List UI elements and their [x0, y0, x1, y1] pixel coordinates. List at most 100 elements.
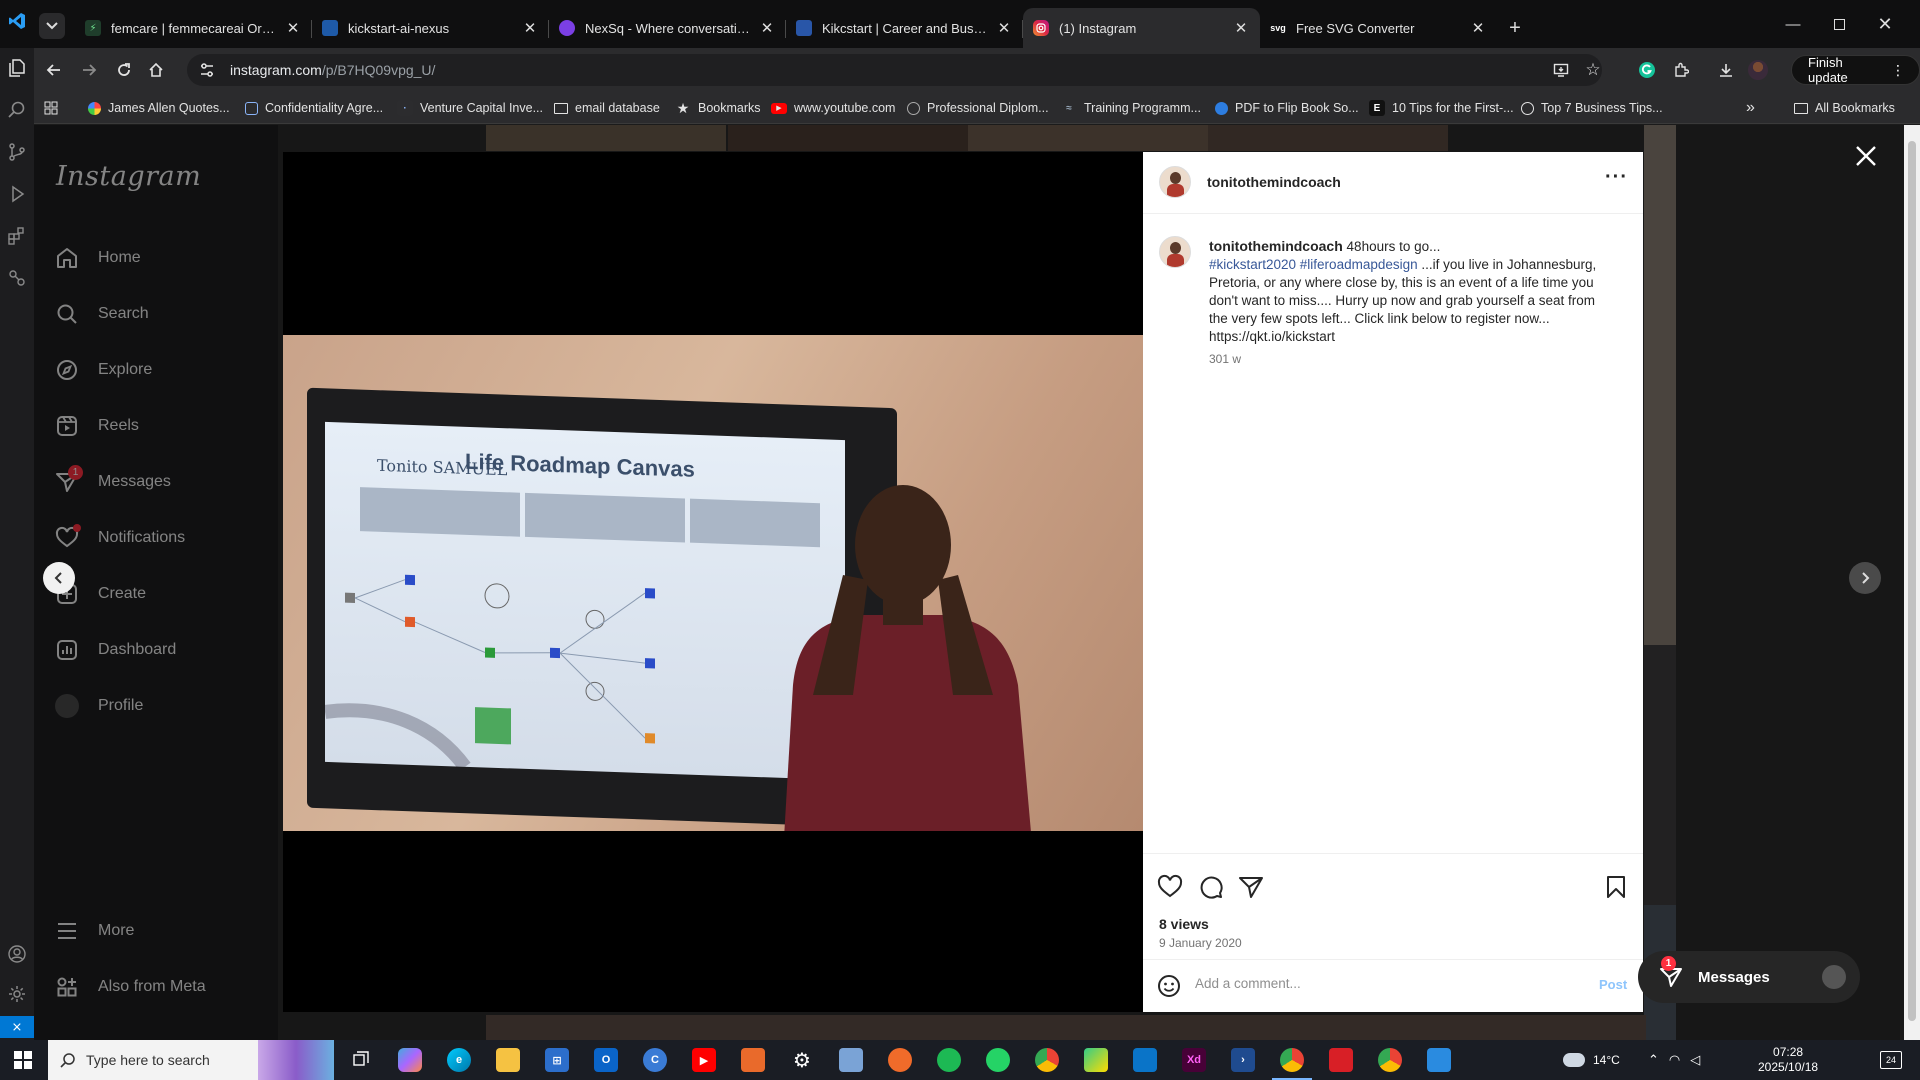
tab-femcare[interactable]: ⚡ femcare | femmecareai Org | Su ✕ [75, 8, 312, 48]
tab-nexsq[interactable]: NexSq - Where conversation an ✕ [549, 8, 786, 48]
caption-username[interactable]: tonitothemindcoach [1209, 238, 1343, 254]
next-post-chevron-icon[interactable] [1849, 562, 1881, 594]
windows-start-icon[interactable] [11, 1048, 35, 1072]
bookmark-item[interactable]: PDF to Flip Book So... [1215, 92, 1359, 124]
chrome-icon[interactable] [1035, 1048, 1059, 1072]
powershell-icon[interactable]: › [1231, 1048, 1255, 1072]
new-tab-button[interactable]: + [1497, 8, 1533, 48]
close-tab-icon[interactable]: ✕ [995, 19, 1013, 37]
minimize-button[interactable]: — [1770, 0, 1816, 48]
bookmark-item[interactable]: ≈ Training Programm... [1061, 92, 1201, 124]
kebab-menu-icon[interactable]: ⋮ [1891, 62, 1905, 79]
adobe-xd-icon[interactable]: Xd [1182, 1048, 1206, 1072]
remote-status-icon[interactable]: ⨯ [0, 1016, 34, 1038]
file-explorer-icon[interactable] [496, 1048, 520, 1072]
close-window-button[interactable]: ✕ [1862, 0, 1908, 48]
close-modal-icon[interactable] [1852, 142, 1880, 170]
office-app-icon[interactable] [741, 1048, 765, 1072]
profile-avatar-icon[interactable] [1746, 58, 1770, 82]
source-control-icon[interactable] [7, 142, 27, 162]
show-hidden-icons-chevron-icon[interactable]: ⌃ [1648, 1052, 1659, 1068]
bluestacks-icon[interactable] [1084, 1048, 1108, 1072]
post-video-player[interactable]: Tonito SAMUEL Life Roadmap Canvas [283, 152, 1143, 1012]
post-comment-button[interactable]: Post [1599, 977, 1627, 992]
post-date[interactable]: 9 January 2020 [1159, 936, 1242, 950]
all-bookmarks-button[interactable]: All Bookmarks [1794, 92, 1895, 124]
tab-instagram[interactable]: (1) Instagram ✕ [1023, 8, 1260, 48]
postman-icon[interactable] [888, 1048, 912, 1072]
bookmark-item[interactable]: Confidentiality Agre... [245, 92, 383, 124]
tray-icons[interactable]: ⌃ ◠ ◁ [1648, 1040, 1710, 1080]
caption-timestamp[interactable]: 301 w [1209, 352, 1241, 366]
more-bookmarks-chevron-icon[interactable]: » [1746, 92, 1755, 124]
close-tab-icon[interactable]: ✕ [284, 19, 302, 37]
tab-kickstart-ai-nexus[interactable]: kickstart-ai-nexus ✕ [312, 8, 549, 48]
bookmark-item[interactable]: · Venture Capital Inve... [397, 92, 543, 124]
emoji-smiley-icon[interactable] [1157, 974, 1181, 998]
bookmark-star-icon[interactable]: ☆ [1581, 58, 1605, 82]
comment-input[interactable] [1195, 976, 1575, 991]
remote-explorer-icon[interactable] [7, 268, 27, 288]
weather-widget[interactable]: 14°C [1563, 1040, 1620, 1080]
scrollbar-thumb[interactable] [1908, 141, 1916, 1021]
save-bookmark-icon[interactable] [1603, 874, 1629, 900]
bookmark-item[interactable]: ▶ www.youtube.com [771, 92, 895, 124]
page-scrollbar[interactable] [1904, 125, 1920, 1040]
bookmark-item[interactable]: Top 7 Business Tips... [1521, 92, 1663, 124]
spotify-icon[interactable] [937, 1048, 961, 1072]
photos-app-icon[interactable] [1427, 1048, 1451, 1072]
close-tab-icon[interactable]: ✕ [1232, 19, 1250, 37]
extensions-icon[interactable] [7, 226, 27, 246]
maximize-button[interactable] [1816, 0, 1862, 48]
accounts-icon[interactable] [7, 944, 27, 964]
bookmark-item[interactable]: James Allen Quotes... [88, 92, 230, 124]
extensions-puzzle-icon[interactable] [1669, 58, 1693, 82]
acrobat-icon[interactable] [1329, 1048, 1353, 1072]
settings-gear-icon[interactable]: ⚙ [790, 1048, 814, 1072]
run-debug-icon[interactable] [7, 184, 27, 204]
caption-hashtags[interactable]: #kickstart2020 #liferoadmapdesign [1209, 257, 1418, 272]
chrome-active-icon[interactable] [1280, 1048, 1304, 1072]
like-heart-icon[interactable] [1157, 874, 1183, 900]
address-bar[interactable]: instagram.com/p/B7HQ09vpg_U/ [187, 54, 1602, 86]
grammarly-extension-icon[interactable] [1635, 58, 1659, 82]
apps-grid-icon[interactable] [44, 92, 58, 124]
tab-kikcstart[interactable]: Kikcstart | Career and Business ✕ [786, 8, 1023, 48]
outlook-icon[interactable]: O [594, 1048, 618, 1072]
copilot-icon[interactable] [398, 1048, 422, 1072]
install-app-icon[interactable] [1549, 58, 1573, 82]
close-tab-icon[interactable]: ✕ [758, 19, 776, 37]
finish-update-button[interactable]: Finish update ⋮ [1791, 55, 1920, 85]
tab-free-svg-converter[interactable]: svg Free SVG Converter ✕ [1260, 8, 1497, 48]
edge-browser-icon[interactable]: e [447, 1048, 471, 1072]
downloads-icon[interactable] [1714, 58, 1738, 82]
clock[interactable]: 07:28 2025/10/18 [1758, 1040, 1818, 1080]
explorer-files-icon[interactable] [7, 58, 27, 78]
more-options-icon[interactable]: ··· [1605, 166, 1628, 189]
author-avatar[interactable] [1159, 166, 1191, 198]
home-icon[interactable] [144, 58, 168, 82]
close-tab-icon[interactable]: ✕ [521, 19, 539, 37]
bookmark-item[interactable]: Professional Diplom... [907, 92, 1049, 124]
reload-icon[interactable] [112, 58, 136, 82]
bookmark-folder[interactable]: ★ Bookmarks [675, 92, 761, 124]
bookmark-folder[interactable]: email database [554, 92, 660, 124]
previous-post-chevron-icon[interactable] [43, 562, 75, 594]
site-settings-icon[interactable] [199, 62, 215, 78]
bookmark-item[interactable]: E 10 Tips for the First-... [1369, 92, 1514, 124]
canva-icon[interactable]: C [643, 1048, 667, 1072]
author-username[interactable]: tonitothemindcoach [1207, 174, 1341, 190]
notepad-icon[interactable] [839, 1048, 863, 1072]
network-icon[interactable]: ◠ [1669, 1052, 1680, 1068]
microsoft-store-icon[interactable]: ⊞ [545, 1048, 569, 1072]
settings-gear-icon[interactable] [7, 984, 27, 1004]
search-icon[interactable] [7, 100, 27, 120]
close-tab-icon[interactable]: ✕ [1469, 19, 1487, 37]
comment-bubble-icon[interactable] [1198, 874, 1224, 900]
back-arrow-icon[interactable] [42, 58, 66, 82]
forward-arrow-icon[interactable] [77, 58, 101, 82]
messages-floating-button[interactable]: 1 Messages [1638, 951, 1860, 1003]
notification-center-icon[interactable]: 24 [1880, 1040, 1902, 1080]
whatsapp-icon[interactable] [986, 1048, 1010, 1072]
views-count[interactable]: 8 views [1159, 916, 1209, 932]
